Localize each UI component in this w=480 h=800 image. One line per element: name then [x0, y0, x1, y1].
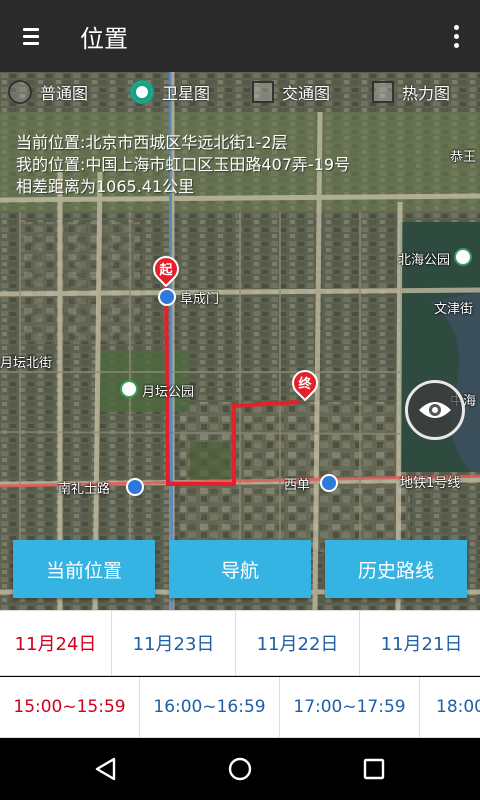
menu-button[interactable] — [0, 0, 62, 72]
map-label-nanlishilu: 南礼士路 — [58, 482, 111, 497]
layer-label-satellite: 卫星图 — [162, 84, 211, 103]
hamburger-icon — [23, 24, 39, 49]
map-layer-switcher: 普通图 卫星图 交通图 热力图 — [0, 80, 480, 110]
home-button[interactable] — [220, 752, 260, 786]
radio-satellite[interactable] — [130, 80, 154, 104]
map-label-xidan: 西单 — [284, 478, 311, 493]
map-label-fuchengmen: 阜成门 — [180, 292, 220, 307]
recents-square-icon — [363, 758, 385, 780]
date-selector: 11月24日 11月23日 11月22日 11月21日 — [0, 610, 480, 676]
park-icon — [120, 380, 138, 398]
location-info: 当前位置:北京市西城区华远北街1-2层 我的位置:中国上海市虹口区玉田路407弄… — [16, 132, 350, 198]
map-label-beihai-park: 北海公园 — [398, 253, 451, 268]
back-button[interactable] — [86, 752, 126, 786]
start-marker-label: 起 — [159, 263, 173, 278]
checkbox-heat[interactable] — [372, 81, 394, 103]
layer-option-satellite[interactable]: 卫星图 — [130, 80, 210, 104]
navigate-button[interactable]: 导航 — [169, 540, 311, 598]
layer-option-heat[interactable]: 热力图 — [372, 80, 450, 104]
start-marker[interactable]: 起 — [147, 250, 185, 290]
park-icon — [454, 248, 472, 266]
street-view-toggle[interactable] — [405, 380, 465, 440]
my-location-text: 我的位置:中国上海市虹口区玉田路407弄-19号 — [16, 155, 351, 174]
system-nav-bar — [0, 738, 480, 800]
map-label-line1: 地铁1号线 — [400, 476, 461, 491]
layer-option-normal[interactable]: 普通图 — [8, 80, 88, 104]
back-triangle-icon — [95, 757, 116, 781]
screen: 位置 普通图 卫星图 交通图 热力图 当前位置:北京市西城区华远北街1-2层 我… — [0, 0, 480, 800]
end-marker-label: 终 — [298, 377, 312, 392]
metro-icon — [126, 478, 144, 496]
date-tab[interactable]: 11月23日 — [112, 611, 236, 675]
time-selector: 15:00~15:59 16:00~16:59 17:00~17:59 18:0… — [0, 677, 480, 738]
layer-label-normal: 普通图 — [40, 84, 89, 103]
layer-option-traffic[interactable]: 交通图 — [252, 80, 330, 104]
end-marker[interactable]: 终 — [286, 364, 324, 404]
date-tab[interactable]: 11月21日 — [360, 611, 480, 675]
app-bar: 位置 — [0, 0, 480, 72]
distance-text: 相差距离为1065.41公里 — [16, 177, 195, 196]
map-label-yuetan-north: 月坛北街 — [0, 356, 53, 371]
overflow-menu-icon[interactable] — [446, 20, 466, 52]
page-title: 位置 — [80, 24, 128, 53]
eye-icon — [419, 402, 451, 418]
date-tab[interactable]: 11月22日 — [236, 611, 360, 675]
history-route-button[interactable]: 历史路线 — [325, 540, 467, 598]
date-tab[interactable]: 11月24日 — [0, 611, 112, 675]
layer-label-heat: 热力图 — [402, 84, 451, 103]
time-tab[interactable]: 16:00~16:59 — [140, 677, 280, 737]
time-tab[interactable]: 17:00~17:59 — [280, 677, 420, 737]
current-location-button[interactable]: 当前位置 — [13, 540, 155, 598]
checkbox-traffic[interactable] — [252, 81, 274, 103]
map-label-wenjin: 文津街 — [434, 302, 474, 317]
recents-button[interactable] — [354, 752, 394, 786]
map-action-bar: 当前位置 导航 历史路线 — [0, 540, 480, 598]
layer-label-traffic: 交通图 — [282, 84, 331, 103]
home-circle-icon — [228, 757, 252, 781]
current-location-text: 当前位置:北京市西城区华远北街1-2层 — [16, 133, 288, 152]
time-tab[interactable]: 15:00~15:59 — [0, 677, 140, 737]
map-label-yuetan-park: 月坛公园 — [142, 385, 195, 400]
metro-icon — [320, 474, 338, 492]
map-label-gongwang: 恭王 — [450, 150, 477, 165]
radio-normal[interactable] — [8, 80, 32, 104]
map-view[interactable]: 普通图 卫星图 交通图 热力图 当前位置:北京市西城区华远北街1-2层 我的位置… — [0, 72, 480, 610]
time-tab[interactable]: 18:00~18:59 — [420, 677, 480, 737]
metro-icon — [158, 288, 176, 306]
